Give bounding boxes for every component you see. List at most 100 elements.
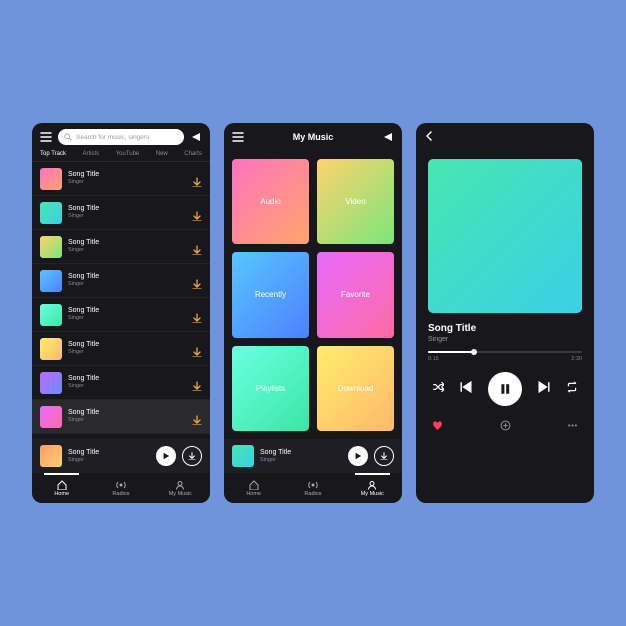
secondary-controls [416, 414, 594, 446]
add-icon[interactable] [500, 418, 511, 436]
play-button[interactable] [348, 446, 368, 466]
track-row[interactable]: Song Title Singer [32, 230, 210, 264]
download-icon[interactable] [192, 276, 202, 286]
category-grid: Audio Video Recently Favorite Playlists Downl… [224, 151, 402, 439]
track-title: Song Title [68, 273, 186, 281]
menu-icon[interactable] [232, 131, 244, 143]
share-icon[interactable] [190, 131, 202, 143]
track-row[interactable]: Song Title Singer [32, 298, 210, 332]
track-row[interactable]: Song Title Singer [32, 400, 210, 434]
mini-player[interactable]: Song Title Singer [32, 439, 210, 473]
category-audio[interactable]: Audio [232, 159, 309, 244]
download-icon[interactable] [192, 412, 202, 422]
track-art [40, 338, 62, 360]
person-icon [175, 480, 185, 490]
share-icon[interactable] [382, 131, 394, 143]
nav-radios[interactable]: Radios [283, 473, 342, 503]
download-icon[interactable] [192, 378, 202, 388]
category-label: Video [345, 197, 365, 206]
heart-icon[interactable] [432, 418, 443, 436]
pause-button[interactable] [488, 372, 522, 406]
category-label: Playlists [256, 384, 285, 393]
download-icon[interactable] [192, 344, 202, 354]
nav-my-music[interactable]: My Music [343, 473, 402, 503]
download-icon[interactable] [192, 174, 202, 184]
track-title: Song Title [68, 205, 186, 213]
track-art [40, 406, 62, 428]
nav-home[interactable]: Home [224, 473, 283, 503]
track-row[interactable]: Song Title Singer [32, 332, 210, 366]
track-meta: Song Title Singer [416, 317, 594, 345]
category-playlists[interactable]: Playlists [232, 346, 309, 431]
repeat-button[interactable] [566, 380, 578, 398]
nav-label: Radios [304, 491, 321, 497]
back-button[interactable] [424, 128, 434, 146]
download-icon[interactable] [192, 310, 202, 320]
track-title: Song Title [428, 323, 582, 334]
category-download[interactable]: Download [317, 346, 394, 431]
time-total: 2:30 [571, 356, 582, 362]
tab-artists[interactable]: Artists [83, 151, 100, 157]
track-row[interactable]: Song Title Singer [32, 196, 210, 230]
progress-bar[interactable] [428, 351, 582, 353]
download-icon[interactable] [192, 242, 202, 252]
next-button[interactable] [538, 380, 550, 398]
track-art [40, 236, 62, 258]
track-artist: Singer [68, 349, 186, 355]
more-icon[interactable] [567, 418, 578, 436]
track-info: Song Title Singer [68, 307, 186, 321]
tab-charts[interactable]: Charts [184, 151, 202, 157]
category-label: Favorite [341, 290, 370, 299]
shuffle-button[interactable] [432, 380, 444, 398]
track-info: Song Title Singer [68, 239, 186, 253]
download-button[interactable] [182, 446, 202, 466]
track-info: Song Title Singer [68, 341, 186, 355]
download-icon[interactable] [192, 208, 202, 218]
mini-player[interactable]: Song Title Singer [224, 439, 402, 473]
category-favorite[interactable]: Favorite [317, 252, 394, 337]
home-icon [57, 480, 67, 490]
track-row[interactable]: Song Title Singer [32, 366, 210, 400]
screen-track-list: Search for music, singers Top Track Artis… [32, 123, 210, 503]
track-row[interactable]: Song Title Singer [32, 264, 210, 298]
radio-icon [116, 480, 126, 490]
progress-knob[interactable] [471, 349, 477, 355]
track-artist: Singer [68, 281, 186, 287]
category-label: Audio [260, 197, 280, 206]
category-recently[interactable]: Recently [232, 252, 309, 337]
menu-icon[interactable] [40, 131, 52, 143]
track-artist: Singer [68, 417, 186, 423]
nav-label: Home [246, 491, 261, 497]
track-info: Song Title Singer [68, 205, 186, 219]
page-title: My Music [293, 132, 334, 142]
tab-top-track[interactable]: Top Track [40, 151, 66, 157]
tab-youtube[interactable]: YouTube [116, 151, 140, 157]
nav-my-music[interactable]: My Music [151, 473, 210, 503]
category-video[interactable]: Video [317, 159, 394, 244]
top-bar: My Music [224, 123, 402, 151]
progress: 0:15 2:30 [416, 345, 594, 364]
track-title: Song Title [68, 307, 186, 315]
track-art [40, 168, 62, 190]
tab-new[interactable]: New [156, 151, 168, 157]
nav-label: My Music [169, 491, 192, 497]
nav-label: Radios [112, 491, 129, 497]
search-input[interactable]: Search for music, singers [58, 129, 184, 145]
top-bar [416, 123, 594, 151]
screen-my-music: My Music Audio Video Recently Favorite Playl… [224, 123, 402, 503]
track-row[interactable]: Song Title Singer [32, 162, 210, 196]
category-label: Download [338, 384, 374, 393]
track-artist: Singer [68, 383, 186, 389]
prev-button[interactable] [460, 380, 472, 398]
track-info: Song Title Singer [68, 171, 186, 185]
search-placeholder: Search for music, singers [76, 134, 149, 141]
nav-home[interactable]: Home [32, 473, 91, 503]
track-art [40, 202, 62, 224]
progress-fill [428, 351, 474, 353]
play-button[interactable] [156, 446, 176, 466]
screen-player: Song Title Singer 0:15 2:30 [416, 123, 594, 503]
now-playing-title: Song Title [68, 449, 150, 457]
track-list: Song Title Singer Song Title Singer Song… [32, 162, 210, 439]
download-button[interactable] [374, 446, 394, 466]
nav-radios[interactable]: Radios [91, 473, 150, 503]
